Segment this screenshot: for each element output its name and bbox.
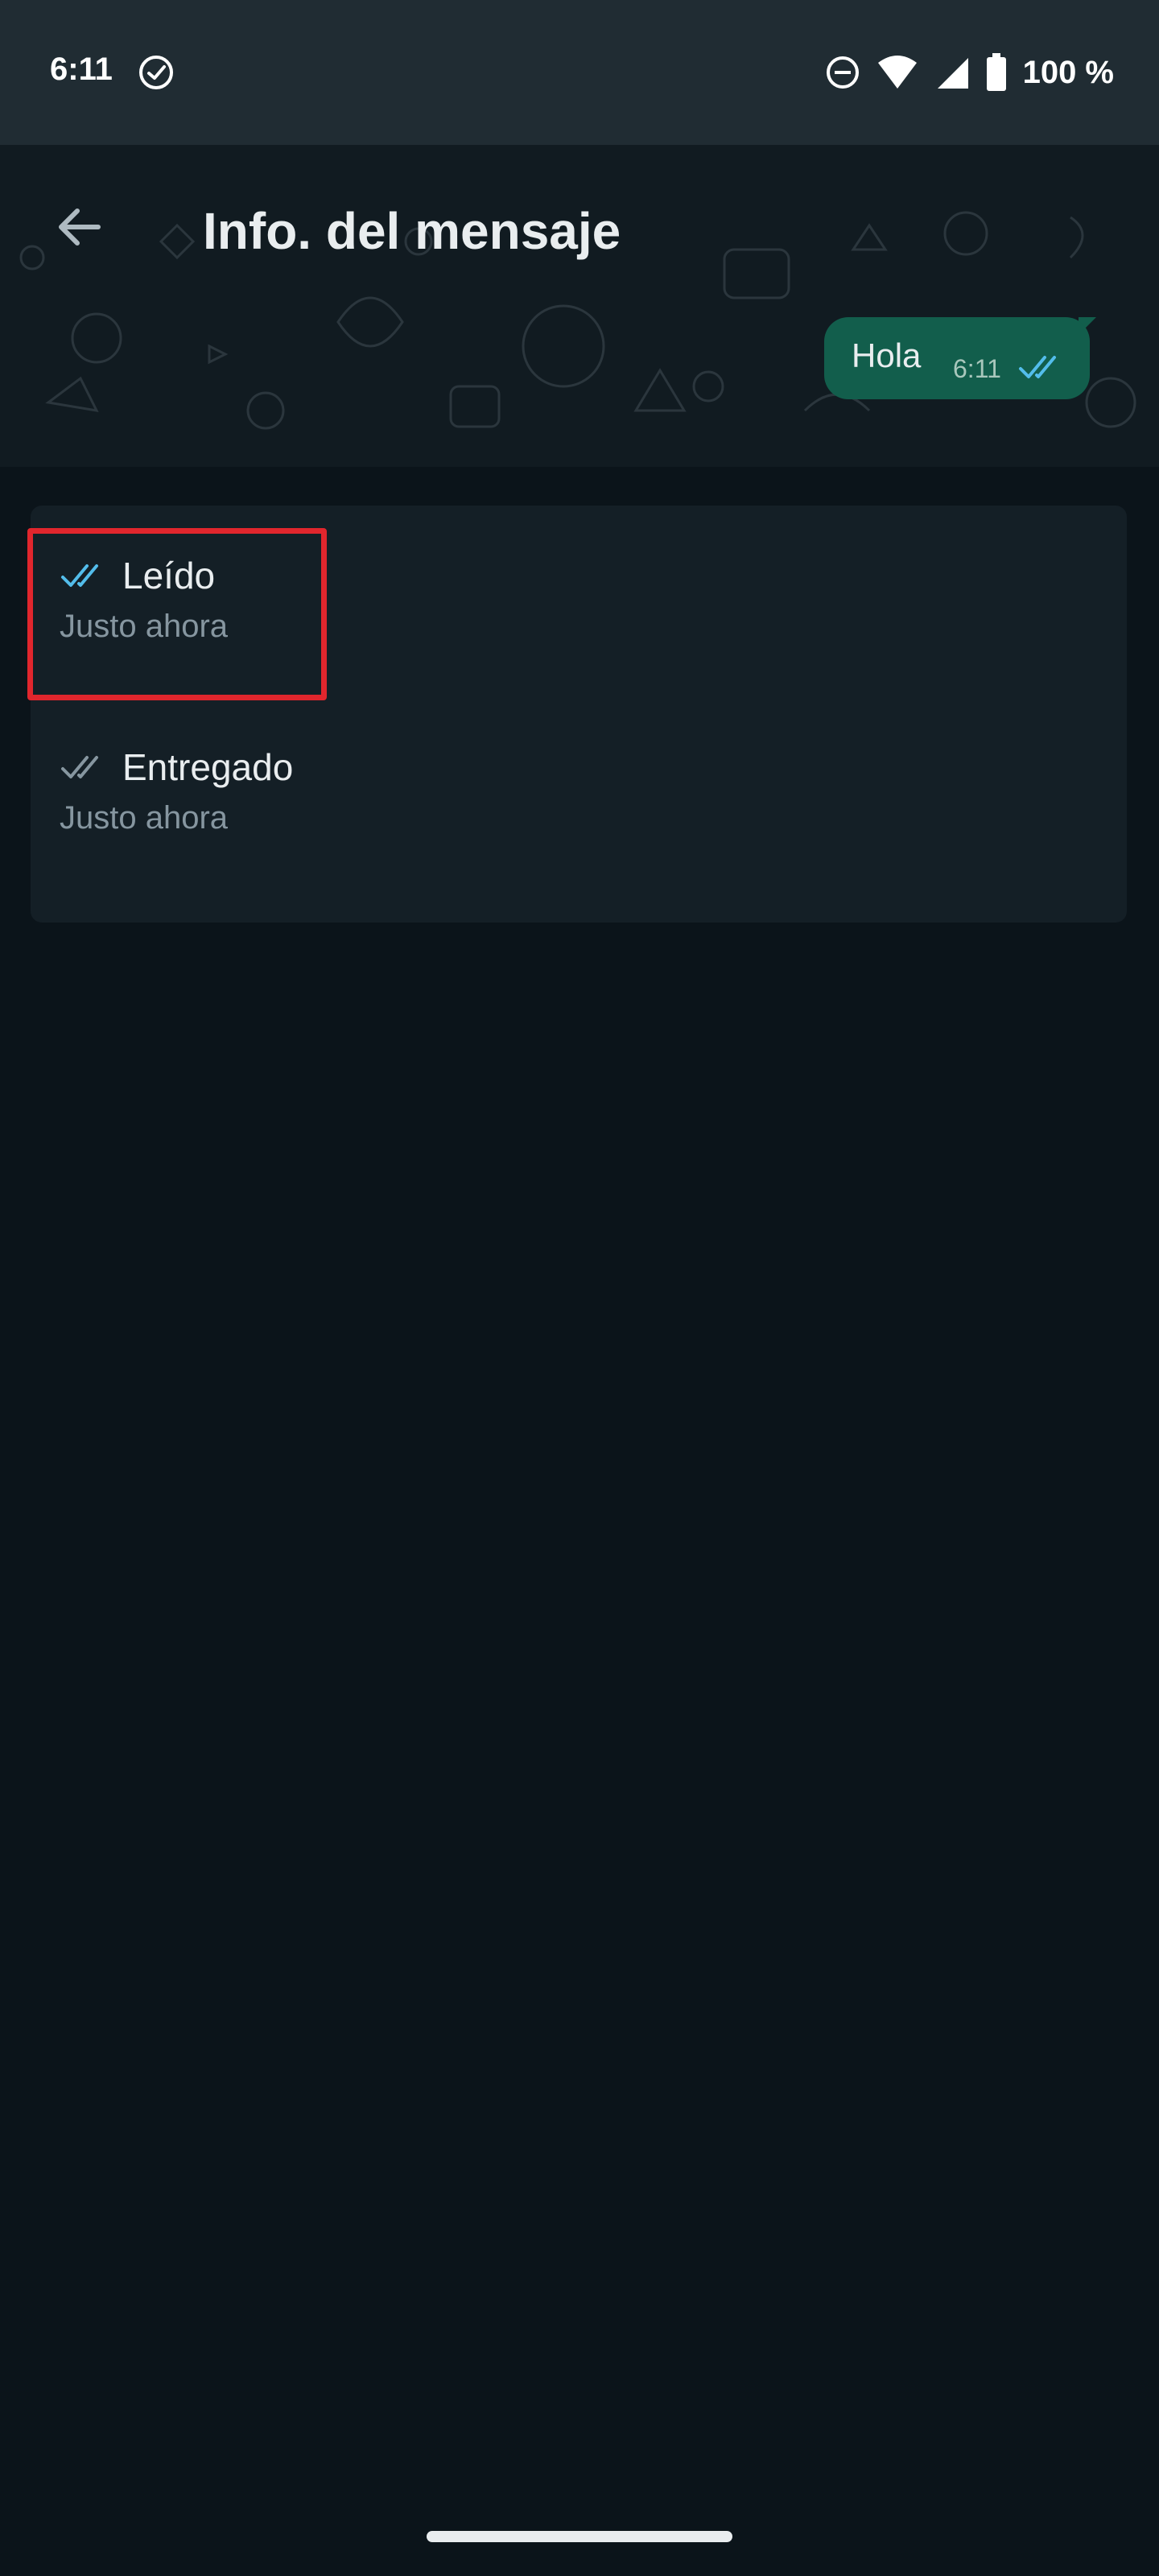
- header: Info. del mensaje Hola 6:11: [0, 145, 1159, 467]
- message-time: 6:11: [953, 354, 1001, 383]
- wifi-icon: [877, 56, 917, 89]
- double-check-icon: [61, 756, 98, 778]
- message-info-screen: 6:11 100 % Info. del mensaje Hola 6:11 L…: [0, 0, 1159, 2576]
- sync-check-icon: [139, 56, 173, 89]
- receipt-delivered-time: Justo ahora: [60, 800, 229, 836]
- status-indicators: 100 %: [825, 50, 1114, 95]
- message-text: Hola: [852, 336, 922, 374]
- double-check-icon: [1019, 356, 1056, 378]
- arrow-left-icon: [59, 208, 101, 246]
- home-indicator[interactable]: [427, 2531, 732, 2542]
- cellular-signal-icon: [937, 58, 968, 89]
- chat-wallpaper-pattern: [19, 211, 1136, 430]
- do-not-disturb-icon: [826, 56, 859, 89]
- battery-icon: [986, 53, 1006, 91]
- page-title: Info. del mensaje: [203, 202, 621, 260]
- receipt-delivered-label: Entregado: [122, 746, 294, 788]
- battery-percentage: 100 %: [1022, 54, 1114, 90]
- status-time: 6:11: [50, 52, 113, 87]
- back-button[interactable]: [45, 193, 113, 261]
- status-bar: 6:11 100 %: [0, 0, 1159, 145]
- highlight-annotation-box: [27, 528, 327, 700]
- receipt-delivered: Entregado Justo ahora: [60, 745, 293, 836]
- message-bubble[interactable]: Hola 6:11: [824, 317, 1090, 399]
